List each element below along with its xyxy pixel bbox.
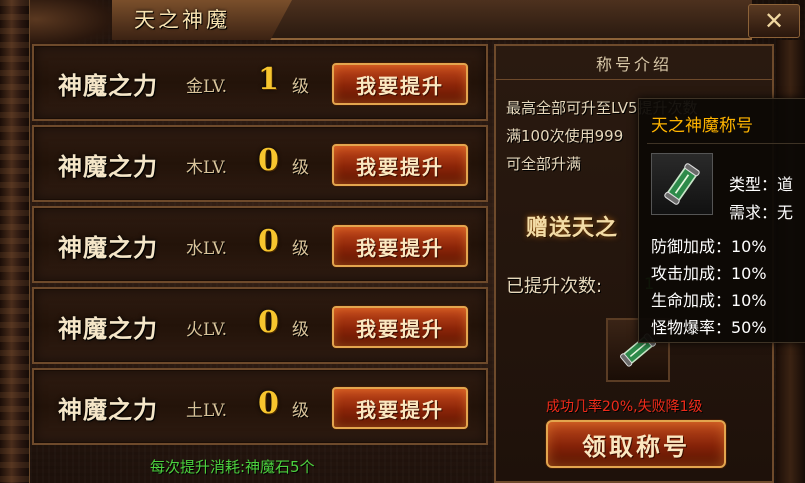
upgrade-row-wood: 神魔之力 木LV. 0 级 我要提升 — [32, 125, 488, 202]
row-level-unit: 级 — [292, 158, 309, 178]
row-level-unit: 级 — [292, 239, 309, 259]
row-name: 神魔之力 — [58, 314, 158, 343]
success-rate-text: 成功几率20%,失败降1级 — [546, 399, 703, 415]
upgrade-row-gold: 神魔之力 金LV. 1 级 我要提升 — [32, 44, 488, 121]
upgrade-button-wood[interactable]: 我要提升 — [332, 144, 468, 186]
upgrade-row-water: 神魔之力 水LV. 0 级 我要提升 — [32, 206, 488, 283]
upgrade-row-earth: 神魔之力 土LV. 0 级 我要提升 — [32, 368, 488, 445]
tooltip-stat: 防御加成：10% — [651, 237, 767, 256]
left-carved-border — [0, 0, 30, 483]
upgrade-button-gold[interactable]: 我要提升 — [332, 63, 468, 105]
tooltip-stat: 怪物爆率：50% — [651, 318, 767, 337]
row-name: 神魔之力 — [58, 233, 158, 262]
upgrade-count-label: 已提升次数: — [506, 276, 603, 297]
row-name: 神魔之力 — [58, 152, 158, 181]
gift-text: 赠送天之 — [526, 215, 619, 241]
row-level-number: 1 — [258, 62, 279, 97]
close-icon: ✕ — [763, 7, 785, 35]
row-level-unit: 级 — [292, 401, 309, 421]
tooltip-requirement: 需求：无 — [729, 203, 794, 222]
row-level-number: 0 — [258, 224, 279, 259]
cost-text: 每次提升消耗:神魔石5个 — [150, 458, 315, 476]
tooltip-title: 天之神魔称号 — [651, 116, 753, 136]
upgrade-row-fire: 神魔之力 火LV. 0 级 我要提升 — [32, 287, 488, 364]
row-level-number: 0 — [258, 143, 279, 178]
scroll-icon — [664, 163, 700, 205]
row-level-label: 土LV. — [186, 401, 227, 421]
row-level-label: 金LV. — [186, 77, 227, 97]
game-window: 天之神魔 ✕ 神魔之力 金LV. 1 级 我要提升 神魔之力 木LV. 0 级 … — [0, 0, 805, 483]
row-level-label: 水LV. — [186, 239, 227, 259]
claim-title-button[interactable]: 领取称号 — [546, 420, 726, 468]
tooltip-item-icon — [651, 153, 713, 215]
tooltip-divider — [647, 143, 805, 144]
row-level-unit: 级 — [292, 320, 309, 340]
upgrade-button-fire[interactable]: 我要提升 — [332, 306, 468, 348]
row-level-label: 火LV. — [186, 320, 227, 340]
row-level-label: 木LV. — [186, 158, 227, 178]
item-tooltip: 天之神魔称号 类型：道 需求：无 防御加成：10% 攻击加成：10% 生命加成：… — [638, 98, 805, 343]
tooltip-stat: 生命加成：10% — [651, 291, 767, 310]
row-level-number: 0 — [258, 305, 279, 340]
upgrade-button-earth[interactable]: 我要提升 — [332, 387, 468, 429]
row-name: 神魔之力 — [58, 71, 158, 100]
row-name: 神魔之力 — [58, 395, 158, 424]
row-level-number: 0 — [258, 386, 279, 421]
tooltip-stat: 攻击加成：10% — [651, 264, 767, 283]
window-title: 天之神魔 — [134, 8, 230, 32]
row-level-unit: 级 — [292, 77, 309, 97]
tooltip-type: 类型：道 — [729, 175, 794, 194]
upgrade-button-water[interactable]: 我要提升 — [332, 225, 468, 267]
upgrade-rows: 神魔之力 金LV. 1 级 我要提升 神魔之力 木LV. 0 级 我要提升 神魔… — [32, 44, 488, 449]
intro-heading: 称号介绍 — [496, 46, 772, 80]
close-button[interactable]: ✕ — [748, 4, 800, 38]
